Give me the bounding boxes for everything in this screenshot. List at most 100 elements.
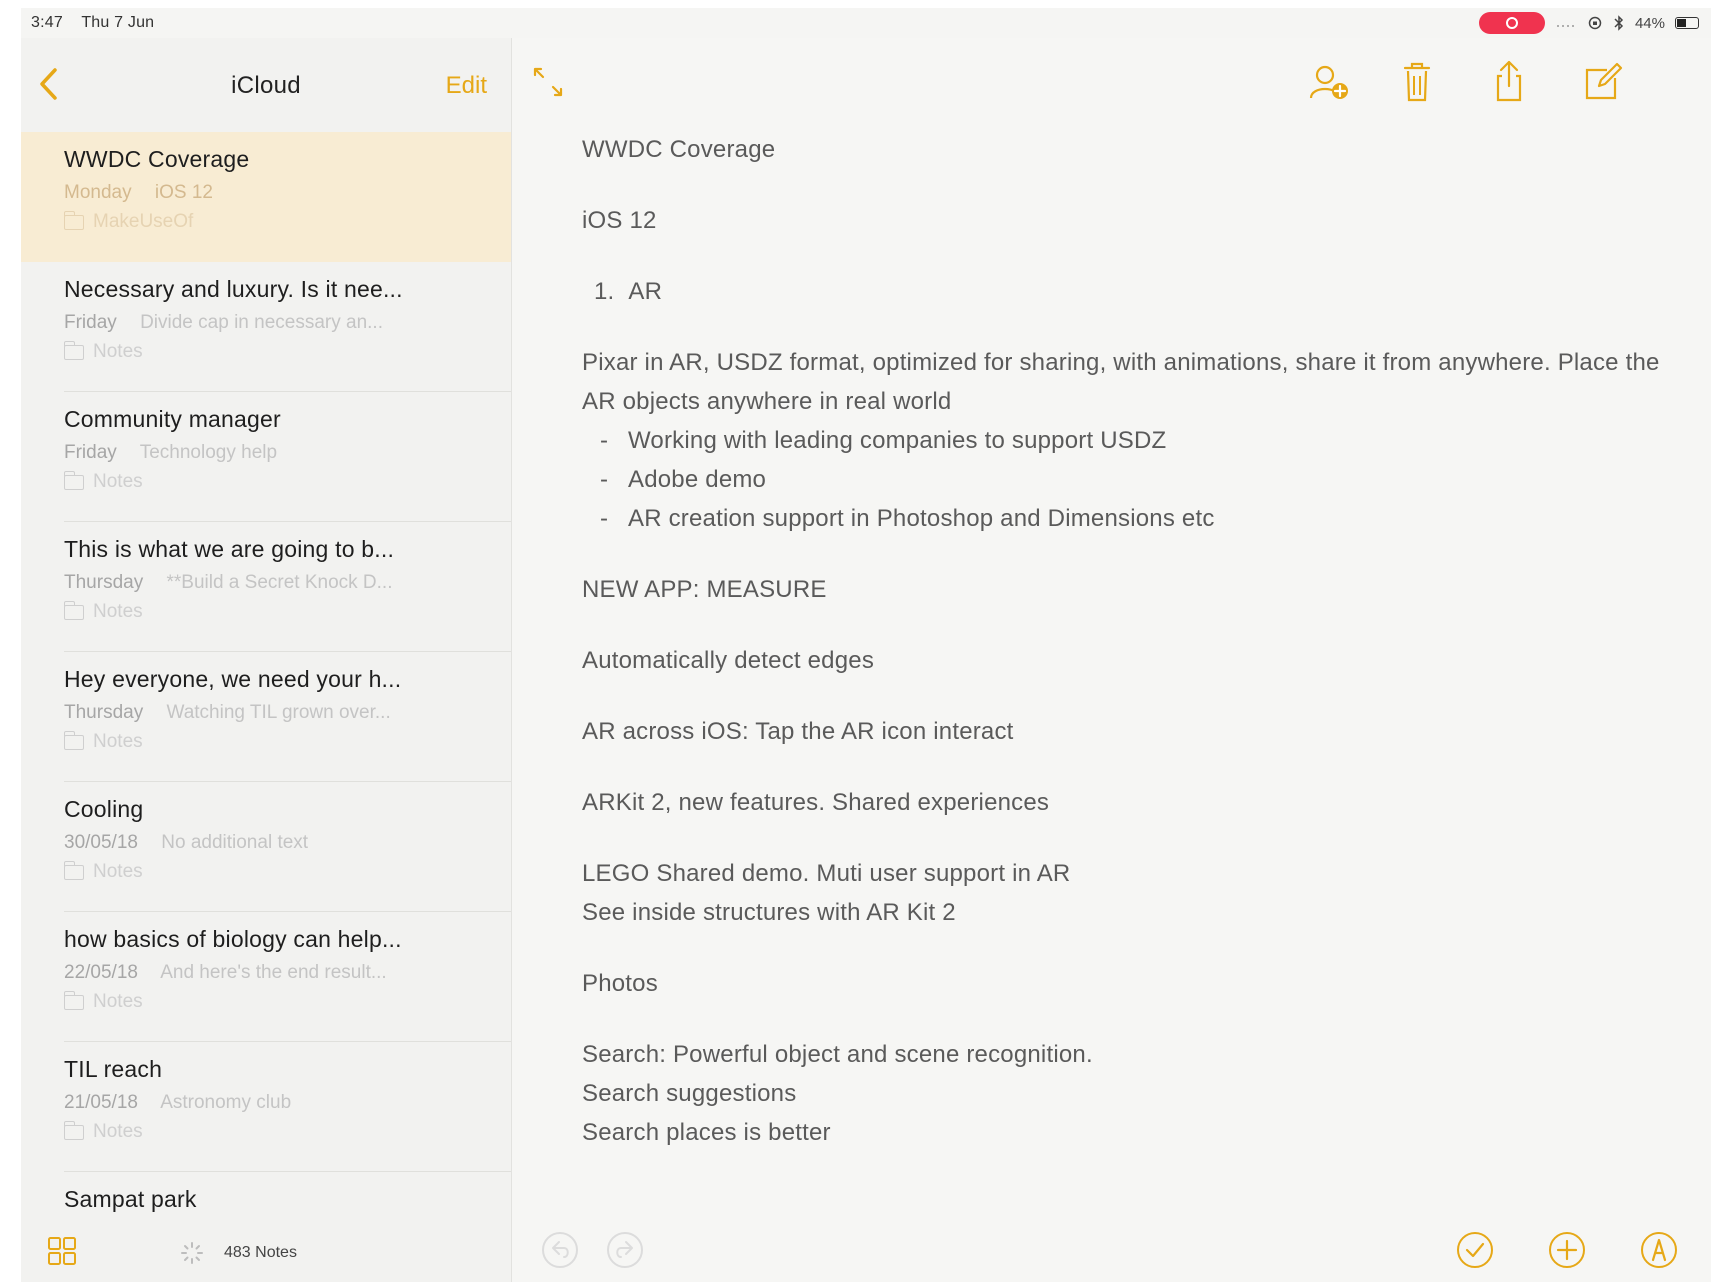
note-line: Automatically detect edges — [582, 647, 875, 674]
folder-icon — [63, 210, 84, 230]
notes-sidebar: iCloud Edit WWDC Coverage Monday iOS 12 … — [21, 38, 512, 1282]
note-body[interactable]: WWDC Coverage iOS 12 1. AR Pixar in AR, U… — [582, 130, 1662, 1152]
note-item-folder-name: Notes — [93, 341, 143, 362]
list-number: 1. — [594, 278, 615, 305]
sidebar-footer: 483 Notes — [21, 1222, 511, 1282]
note-item-title: Community manager — [64, 406, 281, 432]
note-line: Search suggestions — [582, 1080, 797, 1107]
battery-percent: 44% — [1634, 14, 1665, 32]
notes-count: 483 Notes — [224, 1244, 297, 1261]
note-item-folder: Notes — [63, 600, 511, 623]
dash-item-text: Adobe demo — [628, 466, 767, 493]
note-item-title: Cooling — [64, 796, 144, 822]
note-item-folder: Notes — [63, 730, 511, 753]
note-heading-line: iOS 12 — [582, 207, 657, 234]
note-item-title: Necessary and luxury. Is it nee... — [64, 276, 403, 302]
note-item-preview: Watching TIL grown over... — [166, 702, 391, 723]
note-item-folder: Notes — [63, 860, 511, 883]
note-detail: WWDC Coverage iOS 12 1. AR Pixar in AR, U… — [512, 38, 1711, 1282]
trash-icon[interactable] — [1393, 58, 1441, 106]
note-item-meta: Thursday **Build a Secret Knock D... — [64, 572, 474, 594]
note-line: NEW APP: MEASURE — [582, 576, 827, 603]
note-item-folder: MakeUseOf — [63, 210, 511, 233]
folder-icon — [63, 730, 84, 750]
bluetooth-icon — [1614, 15, 1624, 31]
note-paragraph: Pixar in AR, USDZ format, optimized for … — [582, 343, 1662, 421]
note-title-line: WWDC Coverage — [582, 136, 776, 163]
note-list-item[interactable]: Hey everyone, we need your h... Thursday… — [21, 652, 511, 782]
note-list-item[interactable]: WWDC Coverage Monday iOS 12 MakeUseOf — [21, 132, 511, 262]
note-list: WWDC Coverage Monday iOS 12 MakeUseOf Ne… — [21, 132, 511, 1282]
compose-icon[interactable] — [1577, 58, 1625, 106]
dash-marker: - — [600, 427, 609, 454]
note-item-date: Thursday — [64, 702, 144, 723]
note-item-meta: Friday Divide cap in necessary an... — [64, 312, 474, 334]
markup-pen-icon[interactable] — [1639, 1230, 1679, 1270]
note-line: ARKit 2, new features. Shared experience… — [582, 789, 1050, 816]
note-list-item[interactable]: Cooling 30/05/18 No additional text Note… — [21, 782, 511, 912]
orientation-lock-icon — [1588, 16, 1602, 30]
share-icon[interactable] — [1485, 58, 1533, 106]
note-item-meta: Friday Technology help — [64, 442, 474, 464]
note-item-date: 21/05/18 — [64, 1092, 138, 1113]
note-list-item[interactable]: Community manager Friday Technology help… — [21, 392, 511, 522]
add-attachment-icon[interactable] — [1547, 1230, 1587, 1270]
note-item-preview: No additional text — [161, 832, 309, 853]
note-item-meta: 22/05/18 And here's the end result... — [64, 962, 474, 984]
note-list-item[interactable]: Necessary and luxury. Is it nee... Frida… — [21, 262, 511, 392]
status-date: Thu 7 Jun — [81, 14, 155, 31]
note-item-meta: Thursday Watching TIL grown over... — [64, 702, 474, 724]
numbered-list-item: 1. AR — [582, 272, 1662, 311]
folder-icon — [63, 1120, 84, 1140]
edit-button[interactable]: Edit — [446, 72, 487, 100]
note-line: Search: Powerful object and scene recogn… — [582, 1041, 1093, 1068]
note-item-title: Sampat park — [64, 1186, 197, 1212]
expand-icon[interactable] — [532, 66, 564, 98]
note-item-date: 22/05/18 — [64, 962, 138, 983]
status-time: 3:47 — [31, 14, 63, 31]
folder-icon — [63, 340, 84, 360]
signal-dots-icon — [1556, 25, 1574, 27]
note-item-folder-name: Notes — [93, 601, 143, 622]
dash-marker: - — [600, 505, 609, 532]
dash-list-item: - Working with leading companies to suppo… — [582, 421, 1662, 460]
note-item-folder-name: Notes — [93, 1121, 143, 1142]
note-item-folder: Notes — [63, 990, 511, 1013]
note-item-folder-name: Notes — [93, 861, 143, 882]
note-item-meta: Monday iOS 12 — [64, 182, 474, 204]
note-item-title: Hey everyone, we need your h... — [64, 666, 402, 692]
list-item-text: AR — [628, 278, 663, 305]
note-item-date: Thursday — [64, 572, 144, 593]
note-item-date: Friday — [64, 312, 117, 333]
folder-icon — [63, 990, 84, 1010]
status-left: 3:47 Thu 7 Jun — [31, 14, 168, 32]
dash-list-item: - Adobe demo — [582, 460, 1662, 499]
sidebar-header: iCloud Edit — [21, 38, 511, 128]
gallery-view-icon[interactable] — [47, 1236, 77, 1266]
note-item-title: how basics of biology can help... — [64, 926, 402, 952]
folder-icon — [63, 470, 84, 490]
screen-recording-indicator[interactable] — [1478, 12, 1545, 34]
dash-marker: - — [600, 466, 609, 493]
checklist-icon[interactable] — [1455, 1230, 1495, 1270]
note-item-preview: Astronomy club — [160, 1092, 292, 1113]
redo-icon[interactable] — [605, 1230, 645, 1270]
note-list-item[interactable]: how basics of biology can help... 22/05/… — [21, 912, 511, 1042]
undo-icon[interactable] — [540, 1230, 580, 1270]
note-item-folder-name: Notes — [93, 991, 143, 1012]
note-line: Photos — [582, 970, 658, 997]
record-icon — [1505, 17, 1518, 29]
note-item-preview: Technology help — [139, 442, 278, 463]
sidebar-title: iCloud — [231, 72, 301, 99]
notes-app-screen: 3:47 Thu 7 Jun 44% iCloud Edit WWDC Cove… — [21, 8, 1711, 1282]
note-item-preview: And here's the end result... — [160, 962, 387, 983]
dash-list-item: - AR creation support in Photoshop and Di… — [582, 499, 1662, 538]
note-list-item[interactable]: This is what we are going to b... Thursd… — [21, 522, 511, 652]
note-item-preview: Divide cap in necessary an... — [140, 312, 383, 333]
add-people-icon[interactable] — [1305, 58, 1353, 106]
note-item-date: Monday — [64, 182, 132, 203]
bottom-toolbar — [512, 1220, 1711, 1282]
note-item-meta: 21/05/18 Astronomy club — [64, 1092, 474, 1114]
note-list-item[interactable]: TIL reach 21/05/18 Astronomy club Notes — [21, 1042, 511, 1172]
note-item-title: This is what we are going to b... — [64, 536, 395, 562]
